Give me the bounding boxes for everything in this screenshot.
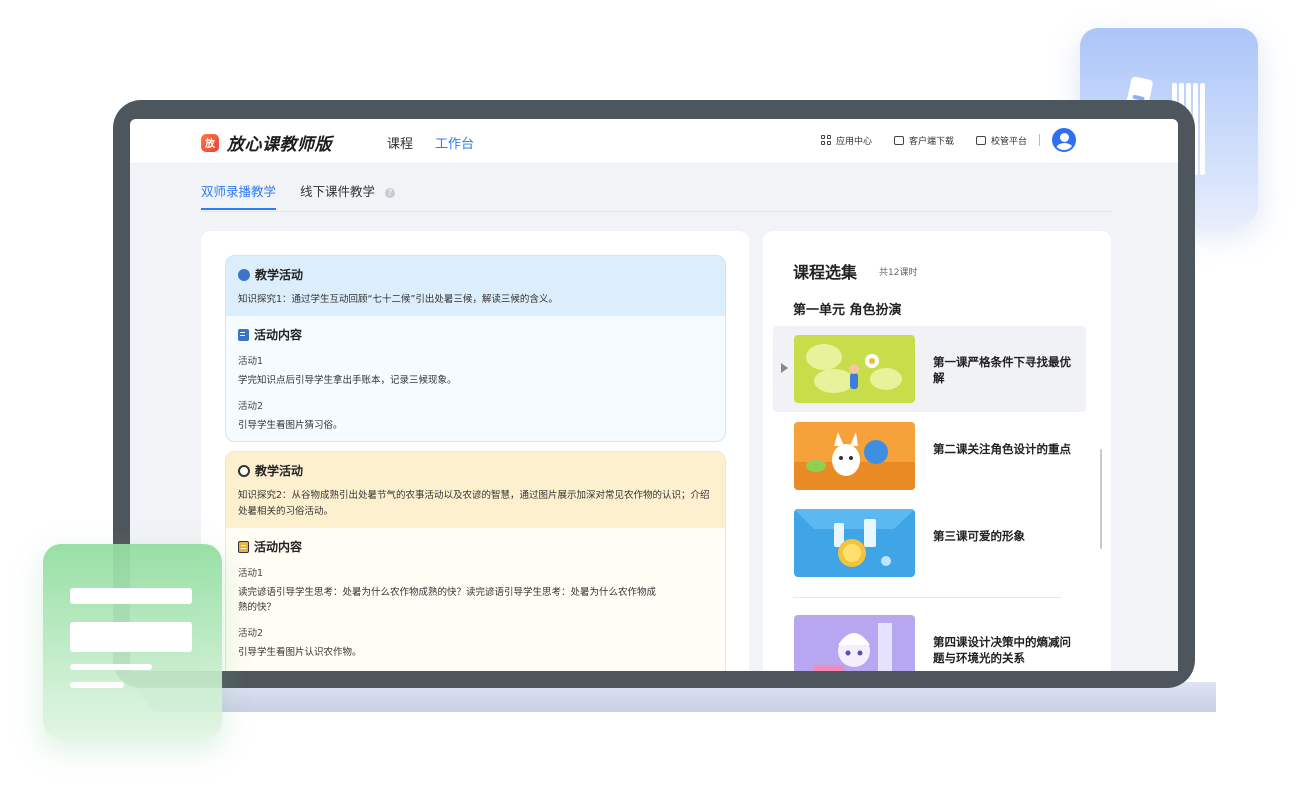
lesson-illustration bbox=[814, 623, 892, 671]
lesson-item[interactable]: 第三课可爱的形象 bbox=[773, 500, 1086, 586]
document-icon bbox=[238, 328, 249, 341]
help-icon[interactable]: ? bbox=[385, 187, 396, 198]
activity-title: 教学活动 bbox=[238, 266, 713, 283]
school-platform-label: 校管平台 bbox=[990, 136, 1027, 147]
doc-line-decoration bbox=[70, 682, 124, 688]
course-panel: 课程选集 共12课时 第一单元 角色扮演 第一课严格条件下寻找最优解 第二课关注… bbox=[763, 231, 1111, 671]
app-name: 放心课教师版 bbox=[227, 135, 332, 155]
subtabs: 双师录播教学 线下课件教学? bbox=[201, 181, 396, 210]
scrollbar[interactable] bbox=[1100, 449, 1102, 549]
activity-item-text: 学完知识点后引导学生拿出手账本，记录三候现象。 bbox=[238, 375, 457, 386]
lesson-title: 第一课严格条件下寻找最优解 bbox=[933, 355, 1071, 385]
document-decoration bbox=[43, 544, 222, 739]
client-download-link[interactable]: 客户端下载 bbox=[893, 134, 954, 147]
activity-item-label: 活动2 bbox=[238, 628, 264, 639]
course-title: 课程选集 bbox=[793, 263, 858, 282]
activity-title-text: 教学活动 bbox=[255, 464, 304, 478]
lesson-thumbnail bbox=[794, 615, 915, 671]
tab-offline-label: 线下课件教学 bbox=[300, 184, 376, 199]
lesson-title: 第二课关注角色设计的重点 bbox=[933, 442, 1071, 456]
app-logo[interactable]: 放 放心课教师版 bbox=[201, 130, 332, 155]
document-icon bbox=[238, 540, 249, 553]
content-title: 活动内容 bbox=[238, 326, 713, 343]
doc-line-decoration bbox=[70, 664, 152, 670]
tab-offline-courseware[interactable]: 线下课件教学? bbox=[300, 181, 396, 210]
lesson-thumbnail bbox=[794, 335, 915, 403]
tab-dual-teacher[interactable]: 双师录播教学 bbox=[201, 181, 277, 210]
top-bar: 放 放心课教师版 课程 工作台 应用中心 客户端下载 校管平台 bbox=[130, 119, 1178, 164]
lesson-illustration bbox=[806, 344, 902, 393]
activity-header: 教学活动 知识探究1：通过学生互动回顾“七十二候”引出处暑三候，解读三候的含义。 bbox=[226, 256, 725, 316]
course-count: 共12课时 bbox=[879, 268, 918, 278]
lesson-title: 第四课设计决策中的熵减问题与环境光的关系 bbox=[933, 635, 1071, 665]
lesson-item[interactable]: 第二课关注角色设计的重点 bbox=[773, 413, 1086, 499]
activity-item-label: 活动1 bbox=[238, 356, 264, 367]
lesson-title: 第三课可爱的形象 bbox=[933, 529, 1025, 543]
monitor-icon bbox=[893, 135, 904, 145]
activity-card: 教学活动 知识探究2：从谷物成熟引出处暑节气的农事活动以及农谚的智慧，通过图片展… bbox=[225, 451, 726, 671]
unit-title: 第一单元 角色扮演 bbox=[793, 303, 902, 318]
activity-item-text: 引导学生看图片认识农作物。 bbox=[238, 647, 362, 658]
lesson-thumbnail bbox=[794, 509, 915, 577]
lesson-item[interactable]: 第四课设计决策中的熵减问题与环境光的关系 bbox=[773, 606, 1086, 671]
lightbulb-icon bbox=[238, 464, 250, 477]
divider bbox=[1039, 134, 1040, 146]
app-screen: 放 放心课教师版 课程 工作台 应用中心 客户端下载 校管平台 双师录播教学 线… bbox=[130, 119, 1178, 671]
activity-desc: 知识探究1：通过学生互动回顾“七十二候”引出处暑三候，解读三候的含义。 bbox=[238, 294, 558, 305]
content-title-text: 活动内容 bbox=[254, 540, 303, 554]
nav-workbench[interactable]: 工作台 bbox=[435, 133, 474, 152]
app-center-label: 应用中心 bbox=[835, 136, 872, 147]
school-platform-link[interactable]: 校管平台 bbox=[975, 134, 1027, 147]
activity-item-text: 引导学生看图片猜习俗。 bbox=[238, 420, 343, 431]
activity-title-text: 教学活动 bbox=[255, 268, 304, 282]
lesson-thumbnail bbox=[794, 422, 915, 490]
activity-title: 教学活动 bbox=[238, 462, 713, 479]
activities-panel: 教学活动 知识探究1：通过学生互动回顾“七十二候”引出处暑三候，解读三候的含义。… bbox=[201, 231, 749, 671]
doc-line-decoration bbox=[70, 588, 192, 604]
activity-body: 活动内容 活动1 读完谚语引导学生思考：处暑为什么农作物成熟的快？读完谚语引导学… bbox=[226, 528, 725, 670]
content-title-text: 活动内容 bbox=[254, 328, 303, 342]
activity-body: 活动内容 活动1 学完知识点后引导学生拿出手账本，记录三候现象。 活动2 引导学… bbox=[226, 316, 725, 441]
activity-item-label: 活动2 bbox=[238, 401, 264, 412]
top-right-actions: 应用中心 客户端下载 校管平台 bbox=[799, 128, 1076, 152]
client-download-label: 客户端下载 bbox=[908, 136, 954, 147]
app-center-link[interactable]: 应用中心 bbox=[820, 134, 872, 147]
lightbulb-icon bbox=[238, 268, 250, 281]
lesson-item[interactable]: 第一课严格条件下寻找最优解 bbox=[773, 326, 1086, 412]
activity-header: 教学活动 知识探究2：从谷物成熟引出处暑节气的农事活动以及农谚的智慧，通过图片展… bbox=[226, 452, 725, 528]
lesson-illustration bbox=[794, 432, 915, 490]
activity-item-text: 读完谚语引导学生思考：处暑为什么农作物成熟的快？读完谚语引导学生思考：处暑为什么… bbox=[238, 587, 657, 613]
subtab-divider bbox=[201, 211, 1112, 212]
lesson-divider bbox=[793, 597, 1061, 598]
activity-desc: 知识探究2：从谷物成熟引出处暑节气的农事活动以及农谚的智慧，通过图片展示加深对常… bbox=[238, 490, 710, 517]
content-title: 活动内容 bbox=[238, 538, 713, 555]
platform-icon bbox=[975, 135, 986, 145]
user-avatar[interactable] bbox=[1052, 128, 1076, 152]
activity-item-label: 活动1 bbox=[238, 568, 264, 579]
grid-icon bbox=[820, 135, 831, 145]
logo-icon: 放 bbox=[201, 133, 219, 152]
nav-courses[interactable]: 课程 bbox=[387, 133, 413, 152]
doc-block-decoration bbox=[70, 622, 192, 652]
activity-card: 教学活动 知识探究1：通过学生互动回顾“七十二候”引出处暑三候，解读三候的含义。… bbox=[225, 255, 726, 442]
lesson-illustration bbox=[794, 509, 915, 567]
play-icon bbox=[781, 363, 788, 373]
